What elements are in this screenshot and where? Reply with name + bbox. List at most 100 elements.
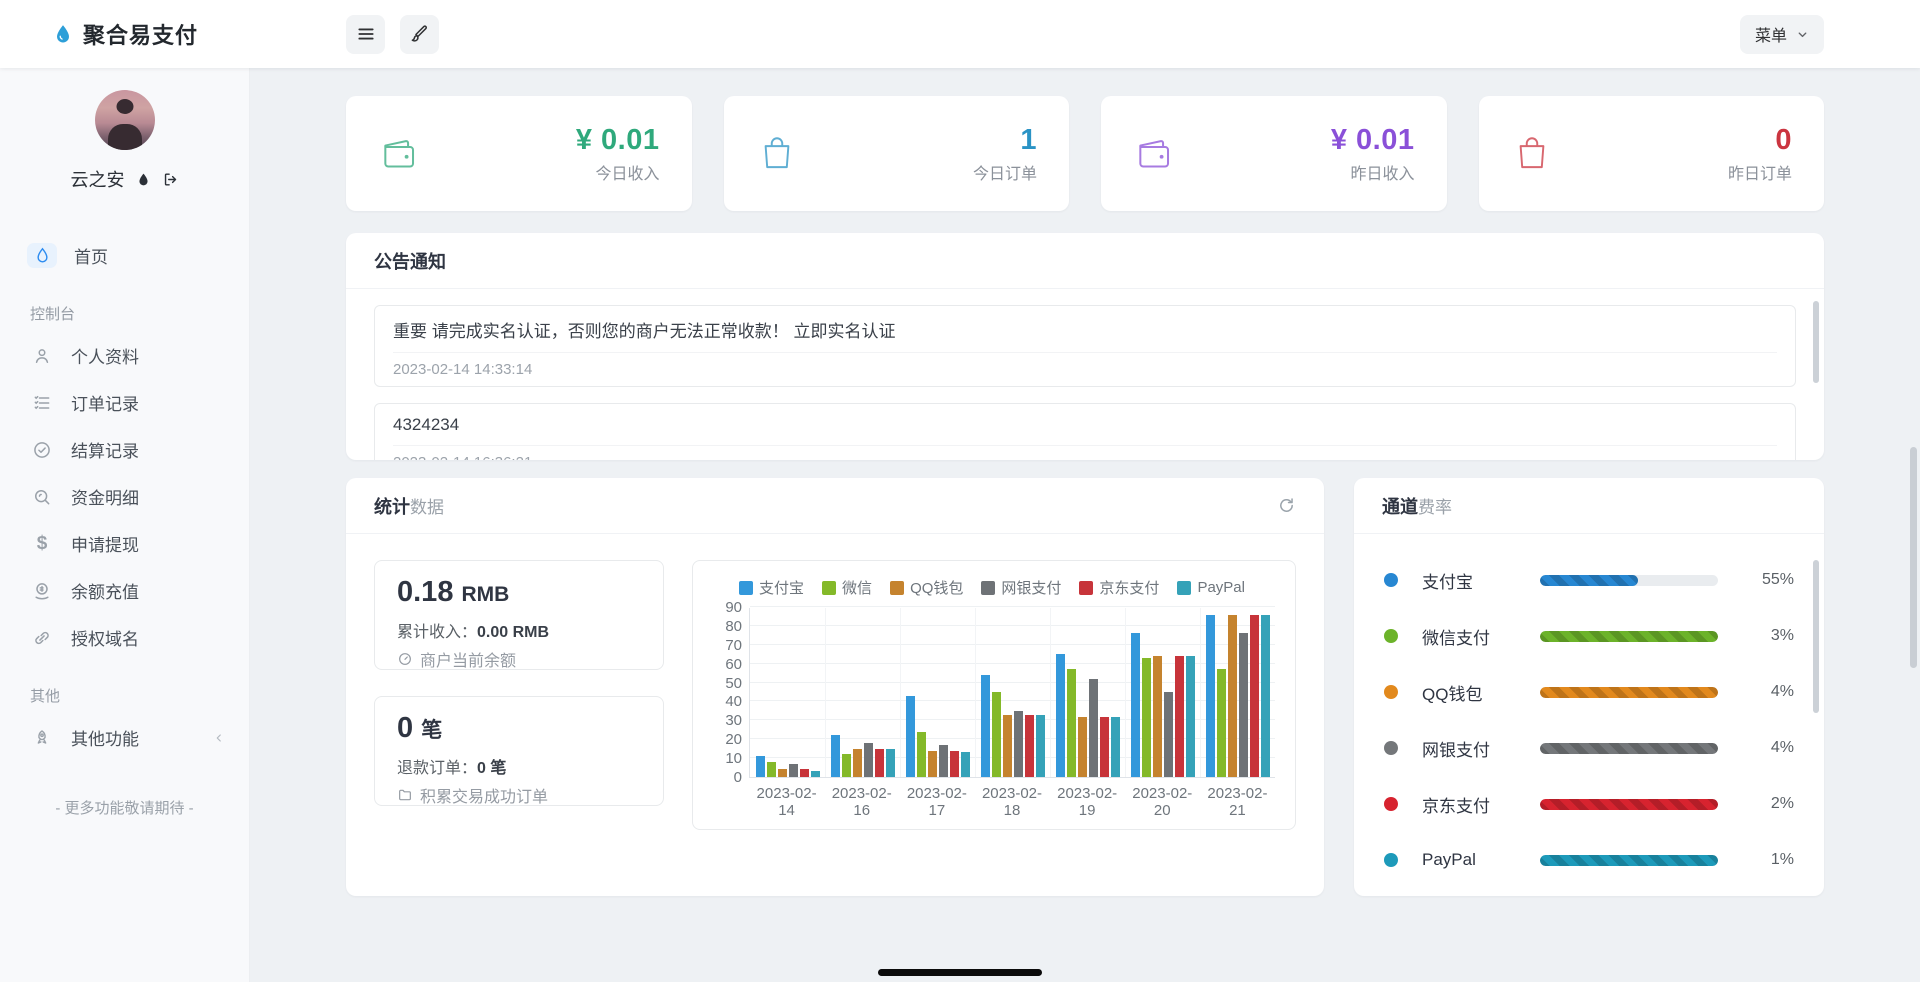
user-row: 云之安 xyxy=(0,166,249,192)
sidebar-toggle-button[interactable] xyxy=(346,15,385,54)
chart-bar xyxy=(1153,656,1162,777)
sidebar-item-recharge[interactable]: 余额充值 xyxy=(0,567,249,614)
chart-plot-area: 0102030405060708090 xyxy=(749,608,1275,778)
brand-logo[interactable]: 聚合易支付 xyxy=(0,18,250,50)
stat-value: ¥ 0.01 xyxy=(1331,124,1415,157)
sidebar-item-profile[interactable]: 个人资料 xyxy=(0,332,249,379)
more-features-note: - 更多功能敬请期待 - xyxy=(0,797,249,818)
sidebar-item-label: 资金明细 xyxy=(71,484,139,509)
stat-cards-row: ¥ 0.01 今日收入 1 今日订单 ¥ 0.01 昨日 xyxy=(346,96,1824,211)
y-axis-tick-label: 60 xyxy=(708,656,742,673)
bar-group xyxy=(1050,608,1125,777)
theme-brush-button[interactable] xyxy=(400,15,439,54)
y-axis-tick-label: 70 xyxy=(708,637,742,654)
chart-bar xyxy=(1089,679,1098,777)
channel-rates-list: 支付宝 55% 微信支付 3% QQ钱包 4% xyxy=(1354,534,1824,896)
sidebar-item-domains[interactable]: 授权域名 xyxy=(0,614,249,661)
sidebar-item-settlements[interactable]: 结算记录 xyxy=(0,426,249,473)
refunds-box: 0 笔 退款订单：0 笔 积累交易成功订单 xyxy=(374,696,664,806)
channel-label: 网银支付 xyxy=(1422,736,1540,761)
chart-bar xyxy=(811,771,820,777)
sidebar-item-funds[interactable]: 资金明细 xyxy=(0,473,249,520)
legend-label: 微信 xyxy=(842,577,872,598)
page-scrollbar-thumb[interactable] xyxy=(1910,447,1917,668)
x-axis-tick-label: 2023-02-16 xyxy=(824,785,899,819)
sidebar-item-home[interactable]: 首页 xyxy=(0,232,249,279)
chart-bar xyxy=(1250,615,1259,777)
announcements-scrollbar[interactable] xyxy=(1813,301,1819,383)
sidebar-item-other-features[interactable]: 其他功能 xyxy=(0,714,249,761)
chart-bar xyxy=(1100,717,1109,777)
legend-label: 网银支付 xyxy=(1001,577,1061,598)
y-axis-tick-label: 80 xyxy=(708,618,742,635)
rate-row-paypal: PayPal 1% xyxy=(1384,832,1794,888)
chart-bar xyxy=(1206,615,1215,777)
announcement-item[interactable]: 4324234 2023-02-14 16:36:21 xyxy=(374,403,1796,460)
x-axis-tick-label: 2023-02-14 xyxy=(749,785,824,819)
y-axis-tick-label: 90 xyxy=(708,599,742,616)
wallet-icon xyxy=(1133,132,1177,176)
announcement-item[interactable]: 重要 请完成实名认证，否则您的商户无法正常收款！ 立即实名认证 2023-02-… xyxy=(374,305,1796,387)
refunds-unit: 笔 xyxy=(421,719,442,742)
channel-progress-bar xyxy=(1540,855,1718,866)
sidebar-item-label: 授权域名 xyxy=(71,625,139,650)
bar-group xyxy=(975,608,1050,777)
channel-rates-panel: 通道费率 支付宝 55% 微信支付 3% xyxy=(1354,478,1824,896)
chart-x-axis-labels: 2023-02-142023-02-162023-02-172023-02-18… xyxy=(749,785,1275,819)
channel-rates-scrollbar[interactable] xyxy=(1813,560,1819,713)
legend-item[interactable]: PayPal xyxy=(1177,577,1245,598)
chart-bar xyxy=(831,735,840,777)
x-axis-tick-label: 2023-02-18 xyxy=(974,785,1049,819)
sidebar-item-label: 申请提现 xyxy=(71,531,139,556)
announcement-text: 4324234 xyxy=(393,415,1777,445)
drop-home-icon xyxy=(27,243,57,268)
user-icon xyxy=(30,346,54,366)
legend-item[interactable]: 网银支付 xyxy=(981,577,1061,598)
rate-row-alipay: 支付宝 55% xyxy=(1384,552,1794,608)
chart-legend: 支付宝 微信 QQ钱包 网银支付京东支付 PayPal xyxy=(709,577,1275,598)
sidebar-item-label: 个人资料 xyxy=(71,343,139,368)
channel-progress-bar xyxy=(1540,631,1718,642)
stat-card-yesterday-orders: 0 昨日订单 xyxy=(1479,96,1825,211)
bar-group xyxy=(1125,608,1200,777)
statistics-summary-column: 0.18 RMB 累计收入：0.00 RMB 商户当前余额 0 笔 xyxy=(374,560,664,830)
sidebar-item-orders[interactable]: 订单记录 xyxy=(0,379,249,426)
refresh-icon[interactable] xyxy=(1277,496,1296,515)
menu-dropdown-button[interactable]: 菜单 xyxy=(1740,15,1824,54)
water-drop-logo-icon xyxy=(52,23,74,45)
channel-rates-title-strong: 通道 xyxy=(1382,493,1418,519)
logout-icon[interactable] xyxy=(162,171,179,188)
chart-bar xyxy=(1131,633,1140,777)
legend-item[interactable]: QQ钱包 xyxy=(890,577,963,598)
legend-item[interactable]: 京东支付 xyxy=(1079,577,1159,598)
paint-brush-icon xyxy=(410,25,429,44)
channel-rate-value: 4% xyxy=(1744,739,1794,757)
sidebar-item-label: 结算记录 xyxy=(71,437,139,462)
stat-label: 昨日收入 xyxy=(1331,160,1415,184)
wallet-icon xyxy=(378,132,422,176)
channel-label: PayPal xyxy=(1422,850,1540,870)
refunds-caption: 积累交易成功订单 xyxy=(420,783,548,807)
channel-rates-title-light: 费率 xyxy=(1418,493,1452,518)
chart-bar xyxy=(1067,669,1076,777)
legend-item[interactable]: 支付宝 xyxy=(739,577,804,598)
chart-bar xyxy=(961,752,970,777)
legend-label: 支付宝 xyxy=(759,577,804,598)
chart-bar xyxy=(917,732,926,777)
legend-label: QQ钱包 xyxy=(910,577,963,598)
channel-label: QQ钱包 xyxy=(1422,680,1540,705)
chart-bar xyxy=(767,762,776,777)
check-circle-icon xyxy=(30,440,54,460)
chart-bars-layer xyxy=(750,608,1275,777)
rate-row-qq-wallet: QQ钱包 4% xyxy=(1384,664,1794,720)
avatar-silhouette-body xyxy=(108,124,142,150)
chart-bar xyxy=(950,751,959,777)
legend-swatch xyxy=(1079,581,1093,595)
chart-bar xyxy=(800,769,809,777)
chart-bar xyxy=(981,675,990,777)
announcements-list[interactable]: 重要 请完成实名认证，否则您的商户无法正常收款！ 立即实名认证 2023-02-… xyxy=(346,289,1824,460)
legend-item[interactable]: 微信 xyxy=(822,577,872,598)
user-avatar[interactable] xyxy=(95,90,155,150)
legend-swatch xyxy=(822,581,836,595)
sidebar-item-withdraw[interactable]: $ 申请提现 xyxy=(0,520,249,567)
